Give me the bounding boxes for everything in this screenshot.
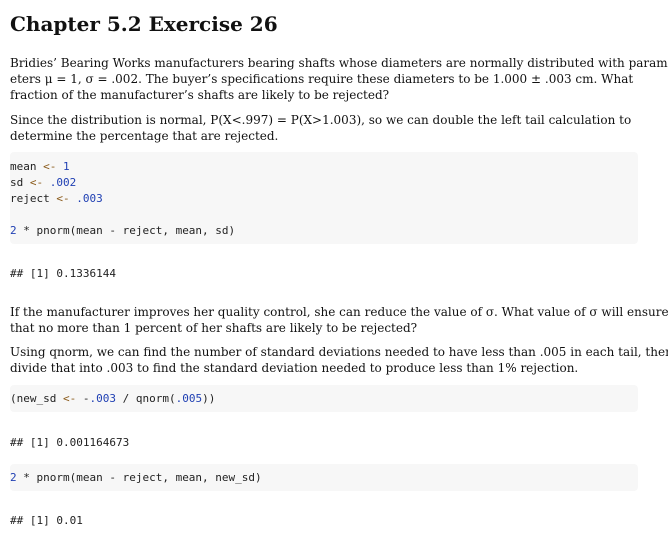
text-line: that no more than 1 percent of her shaft…: [10, 321, 418, 335]
code-output: ## [1] 0.1336144: [10, 267, 116, 280]
text-line: determine the percentage that are reject…: [10, 129, 279, 143]
text-line: Bridies’ Bearing Works manufacturers bea…: [10, 56, 668, 70]
page-title: Chapter 5.2 Exercise 26: [10, 12, 278, 36]
problem-paragraph: Bridies’ Bearing Works manufacturers bea…: [10, 55, 668, 103]
code-line: 2 * pnorm(mean - reject, mean, sd): [10, 224, 236, 237]
code-block: (new_sd <- -.003 / qnorm(.005)): [10, 385, 638, 412]
code-line: (new_sd <- -.003 / qnorm(.005)): [10, 392, 216, 405]
code-block: 2 * pnorm(mean - reject, mean, new_sd): [10, 464, 638, 491]
question-paragraph: If the manufacturer improves her quality…: [10, 304, 668, 336]
code-line: sd <- .002: [10, 176, 77, 189]
text-line: divide that into .003 to find the standa…: [10, 361, 579, 375]
explanation-paragraph: Since the distribution is normal, P(X<.9…: [10, 112, 638, 144]
code-block: mean <- 1 sd <- .002 reject <- .003 2 * …: [10, 152, 638, 244]
code-output: ## [1] 0.001164673: [10, 436, 130, 449]
code-output: ## [1] 0.01: [10, 514, 83, 527]
text-line: Using qnorm, we can find the number of s…: [10, 345, 668, 359]
text-line: If the manufacturer improves her quality…: [10, 305, 668, 319]
text-line: fraction of the manufacturer’s shafts ar…: [10, 88, 390, 102]
code-line: mean <- 1: [10, 160, 70, 173]
text-line: Since the distribution is normal, P(X<.9…: [10, 113, 632, 127]
code-line: 2 * pnorm(mean - reject, mean, new_sd): [10, 471, 262, 484]
text-line: eters μ = 1, σ = .002. The buyer’s speci…: [10, 72, 634, 86]
method-paragraph: Using qnorm, we can find the number of s…: [10, 344, 668, 376]
code-line: reject <- .003: [10, 192, 103, 205]
